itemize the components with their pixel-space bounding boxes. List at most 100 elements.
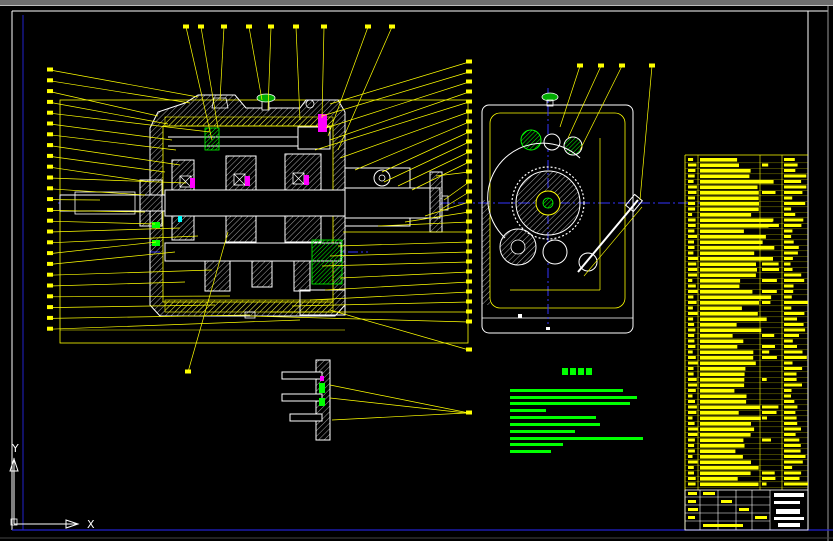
parts-list-cell	[784, 356, 807, 359]
leader-line	[49, 69, 199, 98]
parts-list-cell	[784, 323, 804, 326]
balloon-number	[466, 279, 472, 284]
parts-list-cell	[700, 317, 767, 322]
balloon-number	[47, 229, 53, 234]
balloon-number	[466, 59, 472, 64]
main-shaft	[164, 189, 346, 217]
parts-list-cell	[700, 262, 756, 267]
parts-list-cell	[784, 290, 794, 293]
parts-list-cell	[700, 339, 744, 344]
technical-requirements-notes[interactable]	[510, 368, 643, 453]
balloon-number	[47, 164, 53, 169]
notes-title	[562, 368, 592, 375]
parts-list-cell	[784, 207, 792, 211]
section-view-front[interactable]	[59, 93, 469, 344]
balloon-number	[47, 121, 53, 126]
parts-list-cell	[688, 422, 695, 425]
leader-line	[327, 26, 369, 137]
cad-drawing-area[interactable]: Y X	[0, 0, 833, 541]
balloon-number	[466, 169, 472, 174]
parts-list-cell	[688, 400, 695, 403]
snap-ring	[178, 216, 182, 222]
cad-canvas[interactable]: Y X	[0, 0, 833, 541]
breather-cap	[256, 93, 276, 103]
parts-list-cell	[700, 422, 751, 426]
balloon-number	[47, 99, 53, 104]
detail-view[interactable]	[281, 359, 331, 441]
gear	[225, 215, 257, 243]
parts-list-cell	[784, 405, 798, 409]
balloon-number	[47, 67, 53, 72]
notes-line	[510, 402, 630, 405]
balloon-number	[466, 159, 472, 164]
parts-list-cell	[700, 471, 751, 476]
detail-interlock	[319, 383, 325, 393]
parts-list-table[interactable]	[684, 154, 808, 530]
end-view[interactable]	[481, 88, 644, 334]
parts-list-cell	[700, 235, 766, 239]
title-block-text	[688, 492, 697, 495]
parts-list-cell	[762, 356, 777, 359]
title-block[interactable]	[684, 489, 809, 531]
parts-list-cell	[688, 438, 695, 442]
leader-line	[329, 384, 470, 414]
parts-list-cell	[688, 328, 696, 332]
parts-list-cell	[784, 317, 797, 321]
parts-list-cell	[688, 306, 693, 310]
reverse-gear	[311, 239, 343, 285]
parts-list-cell	[784, 334, 799, 337]
parts-list-cell	[700, 224, 769, 228]
parts-list-cell	[688, 477, 696, 480]
balloon-number	[466, 199, 472, 204]
parts-list-cell	[700, 306, 742, 311]
parts-list-cell	[784, 268, 793, 271]
detail-spring	[320, 376, 324, 381]
parts-list-cell	[688, 378, 697, 381]
title-block-text	[721, 500, 732, 503]
oil-pan	[164, 299, 334, 313]
parts-list-cell	[700, 400, 747, 404]
balloon-number	[619, 63, 625, 68]
balloon-number	[466, 139, 472, 144]
parts-list-cell	[688, 323, 695, 326]
parts-list-cell	[784, 202, 806, 205]
parts-list-cell	[762, 471, 775, 475]
balloon-number	[466, 269, 472, 274]
countershaft-gear	[293, 260, 311, 292]
synchronizer-ring	[245, 176, 250, 186]
leader-line	[325, 81, 470, 129]
title-block-text	[688, 508, 698, 511]
notes-title-glyph	[578, 368, 584, 375]
notes-line	[510, 389, 623, 392]
parts-list-cell	[784, 185, 807, 189]
parts-list-cell	[700, 273, 756, 278]
balloon-number	[466, 347, 472, 352]
parts-list-cell	[688, 411, 697, 414]
parts-list-cell	[700, 394, 747, 399]
parts-list-cell	[784, 466, 793, 469]
parts-list-cell	[784, 301, 808, 304]
parts-list-cell	[700, 268, 757, 272]
parts-list-cell	[688, 433, 698, 436]
balloon-number	[47, 78, 53, 83]
parts-list-cell	[700, 427, 755, 432]
title-block-title-text	[778, 523, 800, 527]
leader-line	[639, 65, 653, 201]
parts-list-cell	[688, 218, 696, 222]
gear	[284, 215, 322, 243]
parts-list-cell	[784, 257, 793, 260]
parts-list-cell	[688, 339, 695, 343]
parts-list-cell	[700, 383, 745, 388]
balloon-number	[47, 294, 53, 299]
parts-list-cell	[688, 356, 696, 359]
oil-seal	[152, 222, 160, 228]
balloon-number	[47, 218, 53, 223]
parts-list-cell	[688, 163, 697, 167]
title-block-title-text	[774, 501, 800, 504]
balloon-number	[466, 79, 472, 84]
parts-list-cell	[688, 361, 698, 365]
balloon-number	[47, 207, 53, 212]
balloon-number	[466, 229, 472, 234]
parts-list-cell	[688, 317, 694, 321]
parts-list-cell	[784, 306, 792, 310]
